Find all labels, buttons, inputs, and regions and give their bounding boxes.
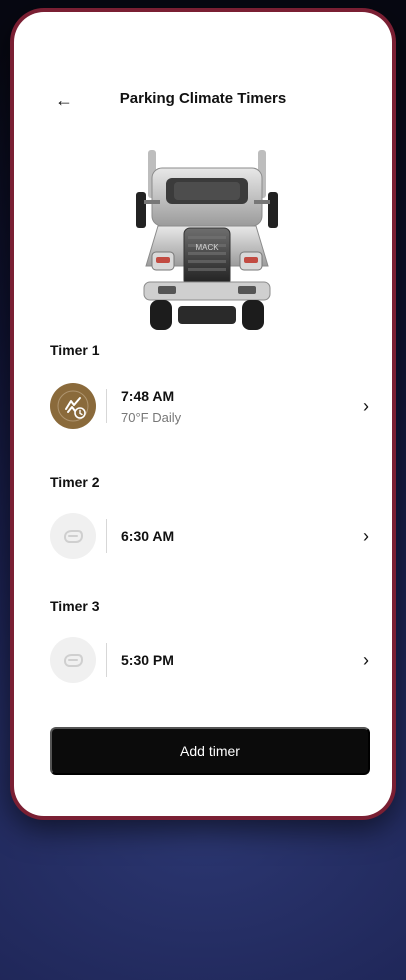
page-title: Parking Climate Timers [119, 90, 287, 107]
timer-1-time: 7:48 AM [121, 387, 175, 404]
timer-2-climate-icon [50, 513, 96, 559]
timer-1-text: 7:48 AM 70°F Daily [121, 388, 348, 425]
timer-3-time: 5:30 PM [121, 652, 174, 668]
timer-2-time: 6:30 AM [121, 528, 175, 544]
add-timer-button[interactable]: Add timer [50, 727, 370, 775]
timer-1-row[interactable]: 7:48 AM 70°F Daily › [50, 378, 376, 434]
timer-1-divider [106, 389, 107, 423]
timer-1-climate-icon [50, 383, 96, 429]
climate-inactive-icon [63, 530, 84, 543]
timer-1-subtitle: 70°F Daily [121, 409, 182, 425]
truck-brand-text: MACK [195, 243, 219, 252]
timer-2-divider [106, 519, 107, 553]
timer-1-label: Timer 1 [50, 342, 100, 358]
back-arrow-icon[interactable]: ← [52, 88, 76, 112]
phone-screen: ← Parking Climate Timers MACK Timer 1 7:… [14, 12, 392, 816]
climate-inactive-icon [63, 654, 84, 667]
timer-1-chevron-icon: › [363, 395, 369, 416]
timer-3-row[interactable]: 5:30 PM › [50, 632, 376, 688]
timer-3-divider [106, 643, 107, 677]
timer-3-label: Timer 3 [50, 598, 100, 614]
timer-2-text: 6:30 AM [121, 528, 348, 544]
timer-3-text: 5:30 PM [121, 652, 348, 668]
climate-active-icon [57, 390, 89, 422]
timer-2-row[interactable]: 6:30 AM › [50, 508, 376, 564]
timer-3-chevron-icon: › [363, 649, 369, 670]
timer-2-chevron-icon: › [363, 525, 369, 546]
timer-2-label: Timer 2 [50, 474, 100, 490]
timer-3-climate-icon [50, 637, 96, 683]
truck-image: MACK [136, 150, 278, 330]
phone-frame: ← Parking Climate Timers MACK Timer 1 7:… [10, 8, 396, 820]
header: ← Parking Climate Timers [14, 78, 392, 118]
